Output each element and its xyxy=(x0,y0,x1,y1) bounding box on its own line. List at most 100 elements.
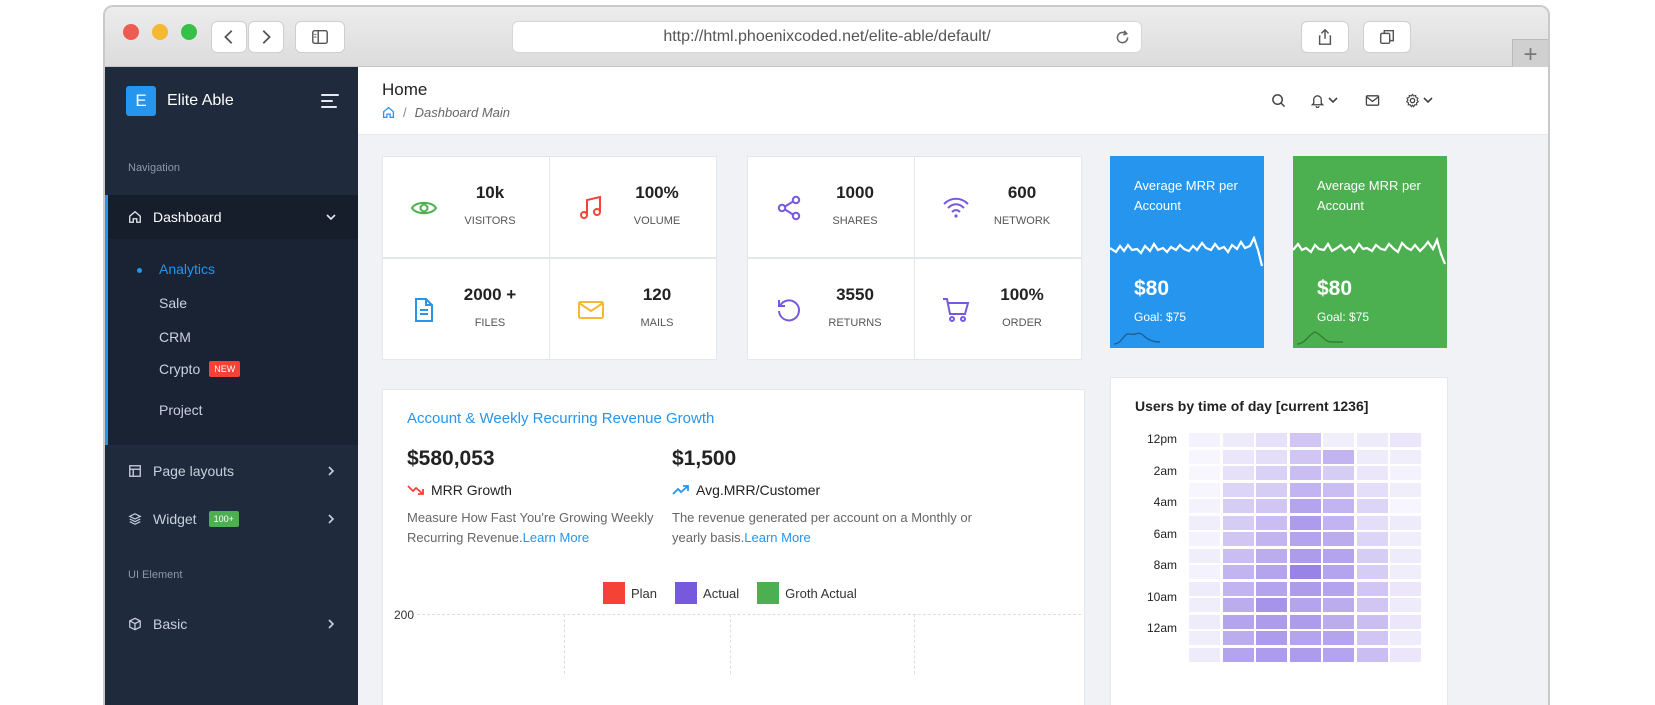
heatmap-cell[interactable] xyxy=(1255,646,1288,663)
heatmap-cell[interactable] xyxy=(1188,465,1221,481)
heatmap-cell[interactable] xyxy=(1389,448,1422,465)
heatmap-cell[interactable] xyxy=(1322,531,1355,547)
sidebar-item-widget[interactable]: Widget 100+ xyxy=(105,499,358,539)
heatmap-cell[interactable] xyxy=(1255,613,1288,630)
heatmap-cell[interactable] xyxy=(1255,432,1288,448)
heatmap-cell[interactable] xyxy=(1255,448,1288,465)
new-tab-button[interactable]: + xyxy=(1512,39,1548,69)
heatmap-cell[interactable] xyxy=(1188,432,1221,448)
breadcrumb-current[interactable]: Dashboard Main xyxy=(415,105,510,120)
heatmap-cell[interactable] xyxy=(1221,465,1255,481)
heatmap-cell[interactable] xyxy=(1255,498,1288,514)
heatmap-cell[interactable] xyxy=(1389,531,1422,547)
notifications-button[interactable] xyxy=(1310,92,1338,108)
heatmap-cell[interactable] xyxy=(1389,514,1422,531)
heatmap-cell[interactable] xyxy=(1221,580,1255,597)
search-button[interactable] xyxy=(1271,92,1286,108)
heatmap-cell[interactable] xyxy=(1288,564,1322,580)
heatmap-cell[interactable] xyxy=(1355,514,1389,531)
heatmap-cell[interactable] xyxy=(1188,481,1221,498)
heatmap-cell[interactable] xyxy=(1288,547,1322,564)
heatmap-cell[interactable] xyxy=(1389,465,1422,481)
heatmap-cell[interactable] xyxy=(1389,597,1422,613)
heatmap-cell[interactable] xyxy=(1389,481,1422,498)
maximize-window-button[interactable] xyxy=(181,24,197,40)
heatmap-cell[interactable] xyxy=(1221,613,1255,630)
heatmap-cell[interactable] xyxy=(1255,547,1288,564)
heatmap-cell[interactable] xyxy=(1288,514,1322,531)
heatmap-cell[interactable] xyxy=(1188,613,1221,630)
heatmap-cell[interactable] xyxy=(1389,498,1422,514)
heatmap-cell[interactable] xyxy=(1221,531,1255,547)
heatmap-cell[interactable] xyxy=(1322,465,1355,481)
share-button[interactable] xyxy=(1301,21,1349,53)
learn-more-link[interactable]: Learn More xyxy=(744,530,810,545)
heatmap-cell[interactable] xyxy=(1389,613,1422,630)
heatmap-cell[interactable] xyxy=(1188,564,1221,580)
sidebar-item-dashboard[interactable]: Dashboard xyxy=(108,195,358,239)
heatmap-cell[interactable] xyxy=(1355,531,1389,547)
reload-icon[interactable] xyxy=(1114,29,1131,46)
heatmap-cell[interactable] xyxy=(1355,432,1389,448)
sidebar-subitem-sale[interactable]: Sale xyxy=(159,295,187,311)
heatmap-cell[interactable] xyxy=(1221,432,1255,448)
heatmap-cell[interactable] xyxy=(1288,448,1322,465)
heatmap-cell[interactable] xyxy=(1322,514,1355,531)
address-bar[interactable]: http://html.phoenixcoded.net/elite-able/… xyxy=(512,21,1142,53)
heatmap-cell[interactable] xyxy=(1389,547,1422,564)
heatmap-cell[interactable] xyxy=(1188,630,1221,646)
heatmap-cell[interactable] xyxy=(1322,432,1355,448)
heatmap-cell[interactable] xyxy=(1322,613,1355,630)
sidebar-item-page-layouts[interactable]: Page layouts xyxy=(105,451,358,491)
heatmap-cell[interactable] xyxy=(1288,498,1322,514)
heatmap-cell[interactable] xyxy=(1221,481,1255,498)
heatmap-cell[interactable] xyxy=(1389,580,1422,597)
heatmap-cell[interactable] xyxy=(1389,432,1422,448)
heatmap-cell[interactable] xyxy=(1221,564,1255,580)
heatmap-cell[interactable] xyxy=(1355,498,1389,514)
heatmap-cell[interactable] xyxy=(1221,448,1255,465)
heatmap-cell[interactable] xyxy=(1322,580,1355,597)
back-button[interactable] xyxy=(211,21,247,53)
heatmap-cell[interactable] xyxy=(1355,481,1389,498)
sidebar-item-basic[interactable]: Basic xyxy=(105,604,358,644)
heatmap-cell[interactable] xyxy=(1255,597,1288,613)
learn-more-link[interactable]: Learn More xyxy=(523,530,589,545)
heatmap-cell[interactable] xyxy=(1355,630,1389,646)
minimize-window-button[interactable] xyxy=(152,24,168,40)
settings-button[interactable] xyxy=(1405,92,1433,108)
heatmap-cell[interactable] xyxy=(1221,646,1255,663)
heatmap-cell[interactable] xyxy=(1188,514,1221,531)
messages-button[interactable] xyxy=(1365,92,1380,108)
heatmap-cell[interactable] xyxy=(1255,630,1288,646)
heatmap-cell[interactable] xyxy=(1188,597,1221,613)
heatmap-cell[interactable] xyxy=(1288,465,1322,481)
heatmap-cell[interactable] xyxy=(1389,630,1422,646)
heatmap-cell[interactable] xyxy=(1188,531,1221,547)
heatmap-cell[interactable] xyxy=(1221,547,1255,564)
sidebar-subitem-crm[interactable]: CRM xyxy=(159,329,191,345)
heatmap-cell[interactable] xyxy=(1322,630,1355,646)
heatmap-cell[interactable] xyxy=(1288,613,1322,630)
sidebar-subitem-project[interactable]: Project xyxy=(159,402,203,418)
heatmap-cell[interactable] xyxy=(1322,547,1355,564)
home-icon[interactable] xyxy=(382,106,395,119)
heatmap-cell[interactable] xyxy=(1355,564,1389,580)
heatmap-cell[interactable] xyxy=(1322,448,1355,465)
heatmap-cell[interactable] xyxy=(1322,597,1355,613)
heatmap-cell[interactable] xyxy=(1188,498,1221,514)
heatmap-cell[interactable] xyxy=(1188,448,1221,465)
heatmap-cell[interactable] xyxy=(1322,498,1355,514)
heatmap-cell[interactable] xyxy=(1355,448,1389,465)
sidebar-subitem-analytics[interactable]: Analytics xyxy=(159,261,215,277)
heatmap-cell[interactable] xyxy=(1288,432,1322,448)
heatmap-cell[interactable] xyxy=(1255,481,1288,498)
heatmap-cell[interactable] xyxy=(1255,465,1288,481)
heatmap-cell[interactable] xyxy=(1288,531,1322,547)
heatmap-cell[interactable] xyxy=(1255,564,1288,580)
hamburger-icon[interactable] xyxy=(321,94,339,108)
heatmap-cell[interactable] xyxy=(1221,498,1255,514)
close-window-button[interactable] xyxy=(123,24,139,40)
heatmap-cell[interactable] xyxy=(1389,646,1422,663)
heatmap-cell[interactable] xyxy=(1188,646,1221,663)
